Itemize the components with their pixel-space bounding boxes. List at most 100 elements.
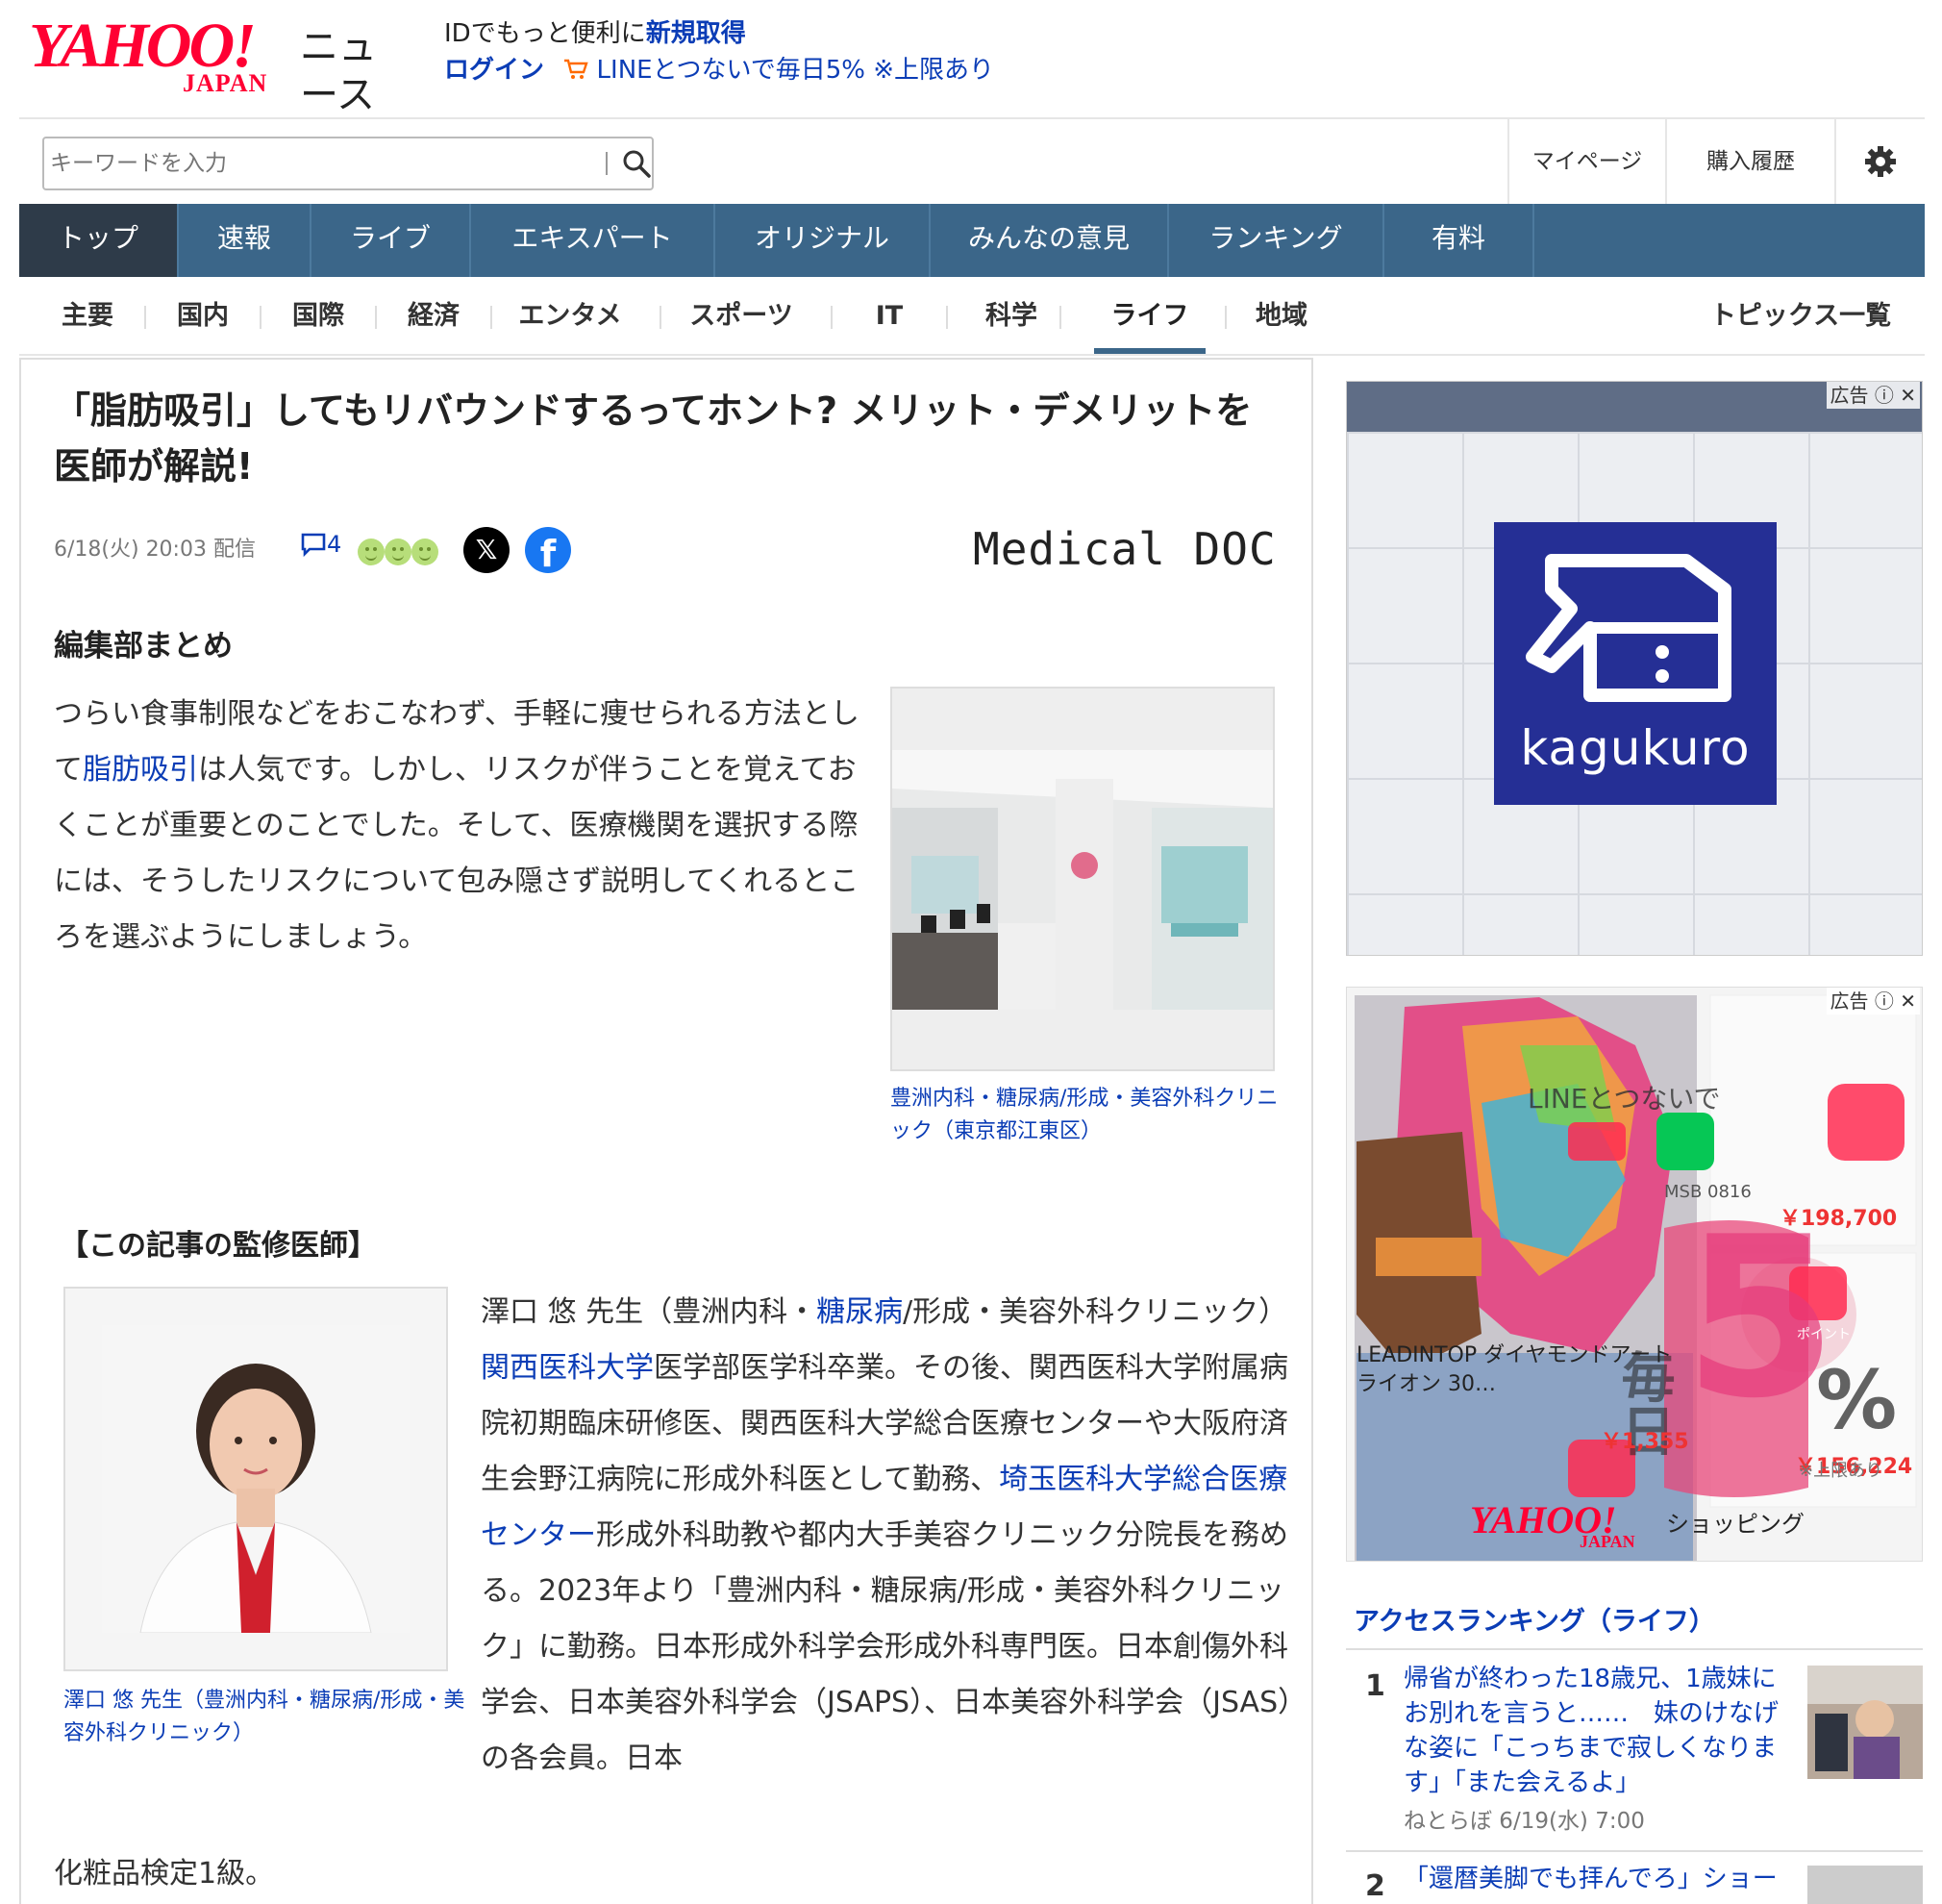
search-box bbox=[42, 137, 654, 190]
clinic-photo-image bbox=[892, 750, 1273, 1010]
divider bbox=[490, 306, 492, 329]
liposuction-link[interactable]: 脂肪吸引 bbox=[83, 753, 198, 787]
ad-label[interactable]: 広告 ⓘ ✕ bbox=[1826, 382, 1920, 409]
facebook-share-icon[interactable]: f bbox=[525, 527, 571, 573]
info-icon: ⓘ bbox=[1874, 990, 1894, 1013]
category-domestic[interactable]: 国内 bbox=[154, 294, 252, 338]
summary-text: つらい食事制限などをおこなわず、手軽に痩せられる方法として脂肪吸引は人気です。し… bbox=[54, 687, 861, 965]
category-nav: 主要 国内 国際 経済 エンタメ スポーツ IT 科学 ライフ 地域 トピックス… bbox=[19, 277, 1925, 356]
tab-opinions[interactable]: みんなの意見 bbox=[931, 204, 1169, 277]
divider bbox=[946, 306, 948, 329]
close-icon[interactable]: ✕ bbox=[1900, 990, 1916, 1013]
bio-text: /形成・美容外科クリニック） bbox=[903, 1295, 1288, 1329]
ranking-item-title[interactable]: 帰省が終わった18歳兄、1歳妹にお別れを言うと…… 妹のけなげな姿に「こっちまで… bbox=[1404, 1662, 1779, 1800]
summary-heading: 編集部まとめ bbox=[54, 629, 233, 664]
access-ranking-heading[interactable]: アクセスランキング（ライフ） bbox=[1354, 1600, 1715, 1638]
ranking-item-title[interactable]: 「還暦美脚でも拝んでろ」ショー bbox=[1404, 1862, 1788, 1900]
divider bbox=[831, 306, 833, 329]
article-date: 6/18(火) 20:03 配信 bbox=[54, 533, 256, 567]
comment-count: 4 bbox=[327, 531, 342, 558]
main-nav: トップ 速報 ライブ エキスパート オリジナル みんなの意見 ランキング 有料 bbox=[19, 204, 1925, 277]
yahoo-news-logo[interactable]: YAHOO! JAPAN ニュース bbox=[29, 11, 413, 118]
ad-label[interactable]: 広告 ⓘ ✕ bbox=[1826, 988, 1920, 1015]
publisher-logo[interactable]: Medical DOC bbox=[973, 523, 1277, 575]
search-input[interactable] bbox=[50, 138, 588, 188]
category-sports[interactable]: スポーツ bbox=[669, 294, 813, 338]
search-bar-row: マイページ 購入履歴 bbox=[19, 117, 1925, 204]
purchase-history-link[interactable]: 購入履歴 bbox=[1665, 119, 1834, 204]
clinic-photo[interactable] bbox=[890, 687, 1275, 1071]
doctor-photo-image bbox=[102, 1325, 410, 1633]
product-price-1: ￥1,355 bbox=[1601, 1430, 1689, 1454]
tab-ranking[interactable]: ランキング bbox=[1169, 204, 1384, 277]
tab-original[interactable]: オリジナル bbox=[715, 204, 931, 277]
search-divider bbox=[606, 152, 608, 175]
clinic-photo-caption[interactable]: 豊洲内科・糖尿病/形成・美容外科クリニック（東京都江東区） bbox=[890, 1083, 1284, 1148]
article-container: 「脂肪吸引」してもリバウンドするってホント? メリット・デメリットを医師が解説!… bbox=[19, 358, 1313, 1904]
shopping-text: ショッピング bbox=[1666, 1511, 1805, 1538]
ad-label-text: 広告 bbox=[1830, 384, 1869, 407]
smile-icon bbox=[411, 539, 438, 565]
yahoo-shopping-ad[interactable]: LINEとつないで MSB 0816 ￥198,700 LEADINTOP ダイ… bbox=[1346, 987, 1923, 1562]
publish-date: 6/18(火) 20:03 bbox=[54, 538, 207, 562]
cart-icon bbox=[552, 56, 596, 85]
five-text: 5 bbox=[1683, 1190, 1838, 1447]
signup-link[interactable]: 新規取得 bbox=[646, 19, 746, 48]
category-entertainment[interactable]: エンタメ bbox=[500, 294, 640, 338]
search-icon[interactable] bbox=[621, 148, 652, 179]
category-life[interactable]: ライフ bbox=[1075, 294, 1225, 338]
yahoo-shopping-japan: JAPAN bbox=[1580, 1532, 1635, 1551]
ranking-divider bbox=[1346, 1648, 1923, 1650]
login-link[interactable]: ログイン bbox=[444, 56, 544, 85]
gear-icon[interactable] bbox=[1834, 119, 1925, 204]
divider bbox=[1225, 306, 1227, 329]
doctor-photo-caption[interactable]: 澤口 悠 先生（豊洲内科・糖尿病/形成・美容外科クリニック） bbox=[63, 1685, 467, 1750]
mypage-link[interactable]: マイページ bbox=[1507, 119, 1665, 204]
close-icon[interactable]: ✕ bbox=[1900, 384, 1916, 407]
topics-list-link[interactable]: トピックス一覧 bbox=[1692, 294, 1909, 338]
info-icon: ⓘ bbox=[1874, 384, 1894, 407]
ranking-item-thumbnail[interactable] bbox=[1807, 1666, 1923, 1779]
delivered-label: 配信 bbox=[212, 538, 256, 562]
doctor-photo[interactable] bbox=[63, 1287, 448, 1671]
divider bbox=[260, 306, 261, 329]
category-economy[interactable]: 経済 bbox=[385, 294, 483, 338]
line-promo-link[interactable]: LINEとつないで毎日5% ※上限あり bbox=[597, 56, 995, 85]
limit-note: ※上限あり bbox=[1799, 1461, 1883, 1481]
tab-paid[interactable]: 有料 bbox=[1384, 204, 1534, 277]
ranking-item-source: ねとらぼ 6/19(水) 7:00 bbox=[1404, 1809, 1645, 1834]
category-local[interactable]: 地域 bbox=[1232, 294, 1331, 338]
tab-live[interactable]: ライブ bbox=[311, 204, 471, 277]
tab-top[interactable]: トップ bbox=[19, 204, 179, 277]
diabetes-link[interactable]: 糖尿病 bbox=[816, 1295, 903, 1329]
smile-icon bbox=[385, 539, 411, 565]
divider bbox=[144, 306, 146, 329]
point-text: ポイント bbox=[1797, 1327, 1851, 1342]
news-logo-text: ニュース bbox=[300, 25, 377, 117]
x-share-icon[interactable]: 𝕏 bbox=[463, 527, 510, 573]
header-account-links: IDでもっと便利に新規取得 ログイン LINEとつないで毎日5% ※上限あり bbox=[444, 15, 994, 88]
yahoo-logo-japan: JAPAN bbox=[183, 69, 268, 97]
category-main[interactable]: 主要 bbox=[38, 294, 137, 338]
ranking-number: 1 bbox=[1365, 1669, 1385, 1703]
divider bbox=[1059, 306, 1061, 329]
ad-label-text: 広告 bbox=[1830, 990, 1869, 1013]
site-header: YAHOO! JAPAN ニュース IDでもっと便利に新規取得 ログイン LIN… bbox=[0, 0, 1942, 117]
comment-link[interactable]: 4 bbox=[300, 531, 341, 558]
category-science[interactable]: 科学 bbox=[956, 294, 1067, 338]
kagukuro-ad[interactable]: kagukuro 広告 ⓘ ✕ bbox=[1346, 381, 1923, 956]
line-connect-text: LINEとつないで bbox=[1528, 1083, 1721, 1115]
supervisor-heading: 【この記事の監修医師】 bbox=[60, 1229, 377, 1263]
active-category-indicator bbox=[1094, 348, 1206, 354]
tab-breaking[interactable]: 速報 bbox=[179, 204, 311, 277]
publisher-logo-text: Medical DOC bbox=[973, 523, 1277, 575]
ranking-item-thumbnail[interactable] bbox=[1807, 1866, 1923, 1904]
kansai-medical-university-link[interactable]: 関西医科大学 bbox=[481, 1351, 654, 1385]
tab-expert[interactable]: エキスパート bbox=[471, 204, 715, 277]
yahoo-logo-text: YAHOO! bbox=[29, 11, 257, 81]
category-world[interactable]: 国際 bbox=[269, 294, 367, 338]
ranking-number: 2 bbox=[1365, 1869, 1385, 1903]
category-it[interactable]: IT bbox=[840, 294, 938, 338]
kagukuro-brand-text: kagukuro bbox=[1520, 720, 1751, 776]
divider bbox=[375, 306, 377, 329]
